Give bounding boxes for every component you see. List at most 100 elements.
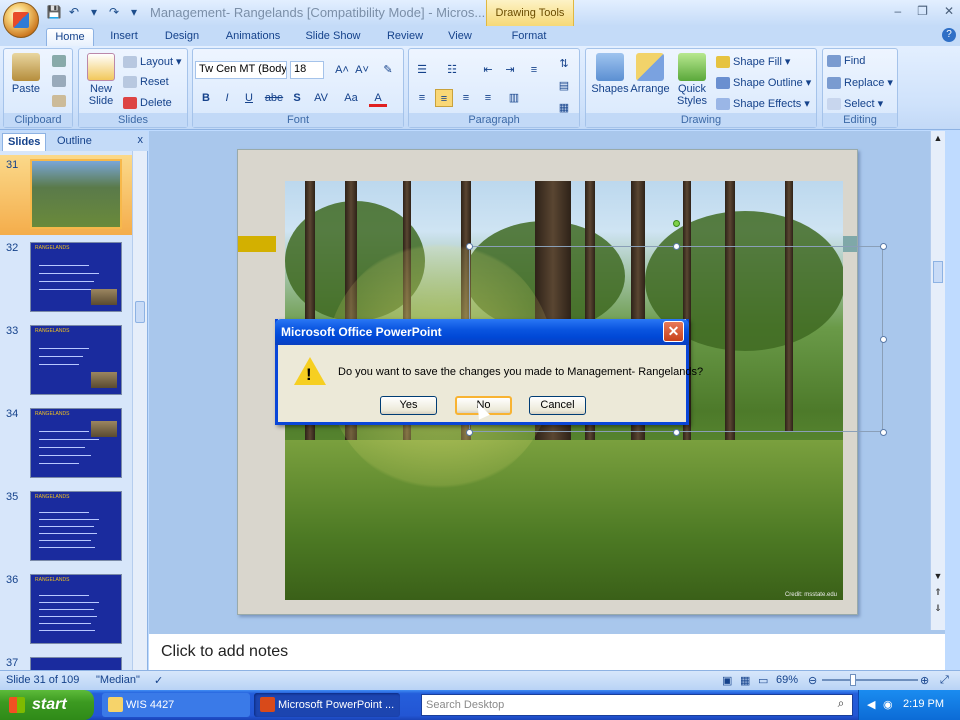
copy-button[interactable]	[52, 75, 66, 87]
slide-thumbnail[interactable]: 31	[0, 155, 133, 235]
resize-handle[interactable]	[466, 429, 473, 436]
resize-handle[interactable]	[880, 429, 887, 436]
network-icon[interactable]: ◉	[883, 698, 893, 711]
undo-dropdown-icon[interactable]: ▾	[86, 4, 102, 20]
next-slide-icon[interactable]: ⇓	[933, 603, 943, 613]
tab-design[interactable]: Design	[158, 28, 206, 46]
align-left-icon[interactable]: ≡	[413, 89, 431, 107]
notes-placeholder[interactable]: Click to add notes	[161, 643, 288, 661]
zoom-level[interactable]: 69%	[776, 674, 798, 686]
taskbar-folder-button[interactable]: WIS 4427	[102, 693, 250, 717]
undo-icon[interactable]: ↶	[66, 4, 82, 20]
resize-handle[interactable]	[673, 243, 680, 250]
grow-font-icon[interactable]: A˄	[333, 61, 351, 79]
dialog-close-button[interactable]: ✕	[663, 321, 684, 342]
shape-effects-button[interactable]: Shape Effects ▾	[716, 97, 810, 110]
notes-pane[interactable]: Click to add notes	[149, 630, 945, 670]
resize-handle[interactable]	[880, 243, 887, 250]
quick-styles-button[interactable]: Quick Styles	[672, 53, 712, 107]
resize-handle[interactable]	[466, 243, 473, 250]
minimize-button[interactable]: –	[894, 4, 901, 18]
replace-button[interactable]: Replace ▾	[827, 76, 893, 89]
scroll-thumb[interactable]	[135, 301, 145, 323]
yes-button[interactable]: Yes	[380, 396, 437, 415]
change-case-button[interactable]: Aa	[339, 89, 363, 107]
redo-icon[interactable]: ↷	[106, 4, 122, 20]
help-icon[interactable]: ?	[942, 28, 956, 42]
slide-show-icon[interactable]: ▭	[758, 674, 768, 687]
numbering-icon[interactable]: ☷	[443, 61, 461, 79]
slide-thumbnail[interactable]: 32 RANGELANDS	[0, 238, 133, 318]
cancel-button[interactable]: Cancel	[529, 396, 586, 415]
tab-animations[interactable]: Animations	[218, 28, 288, 46]
cut-button[interactable]	[52, 55, 66, 67]
tray-arrow-icon[interactable]: ◀	[867, 698, 875, 711]
rotation-handle[interactable]	[673, 220, 680, 227]
shadow-button[interactable]: S	[288, 89, 306, 107]
align-right-icon[interactable]: ≡	[457, 89, 475, 107]
slide-scrollbar[interactable]: ▲ ▼ ⇑ ⇓	[930, 131, 945, 630]
new-slide-button[interactable]: New Slide	[81, 53, 121, 107]
restore-button[interactable]: ❐	[917, 4, 928, 18]
thumbnail-scrollbar[interactable]	[132, 151, 147, 670]
shrink-font-icon[interactable]: A˅	[353, 61, 371, 79]
shape-fill-button[interactable]: Shape Fill ▾	[716, 55, 790, 68]
desktop-search-input[interactable]: Search Desktop	[421, 694, 853, 716]
line-spacing-icon[interactable]: ≡	[525, 61, 543, 79]
italic-button[interactable]: I	[218, 89, 236, 107]
scroll-thumb[interactable]	[933, 261, 943, 283]
bullets-icon[interactable]: ☰	[413, 61, 431, 79]
zoom-in-icon[interactable]: ⊕	[920, 674, 929, 687]
slide-thumbnail[interactable]: 37	[0, 653, 133, 670]
zoom-slider[interactable]	[822, 679, 918, 681]
character-spacing-button[interactable]: AV	[308, 89, 334, 107]
font-size-select[interactable]: 18	[290, 61, 324, 79]
tab-slide-show[interactable]: Slide Show	[300, 28, 366, 46]
search-icon[interactable]: ⌕	[833, 696, 849, 712]
office-button[interactable]	[3, 2, 39, 38]
resize-handle[interactable]	[880, 336, 887, 343]
bold-button[interactable]: B	[197, 89, 215, 107]
shape-outline-button[interactable]: Shape Outline ▾	[716, 76, 811, 89]
underline-button[interactable]: U	[240, 89, 258, 107]
strikethrough-button[interactable]: abe	[263, 89, 285, 107]
format-painter-button[interactable]	[52, 95, 66, 107]
scroll-up-icon[interactable]: ▲	[933, 133, 943, 143]
tab-insert[interactable]: Insert	[102, 28, 146, 46]
clear-formatting-icon[interactable]: ✎	[379, 61, 397, 79]
select-button[interactable]: Select ▾	[827, 97, 883, 110]
start-button[interactable]: start	[0, 690, 94, 720]
tab-view[interactable]: View	[440, 28, 480, 46]
close-button[interactable]: ✕	[944, 4, 954, 18]
font-color-button[interactable]: A	[369, 89, 387, 107]
customize-dropdown-icon[interactable]: ▾	[126, 4, 142, 20]
center-icon[interactable]: ≡	[435, 89, 453, 107]
font-name-select[interactable]: Tw Cen MT (Body	[195, 61, 287, 79]
tab-format[interactable]: Format	[500, 28, 558, 46]
normal-view-icon[interactable]: ▣	[722, 674, 732, 687]
layout-button[interactable]: Layout ▾	[123, 55, 182, 68]
tab-review[interactable]: Review	[382, 28, 428, 46]
scroll-down-icon[interactable]: ▼	[933, 571, 943, 581]
fit-to-window-icon[interactable]: ⤢	[940, 674, 949, 687]
tab-home[interactable]: Home	[46, 28, 94, 46]
resize-handle[interactable]	[673, 429, 680, 436]
slide-thumbnail[interactable]: 36 RANGELANDS	[0, 570, 133, 650]
close-panel-icon[interactable]: x	[138, 134, 144, 146]
slide-thumbnail[interactable]: 33 RANGELANDS	[0, 321, 133, 401]
decrease-indent-icon[interactable]: ⇤	[479, 61, 497, 79]
zoom-slider-knob[interactable]	[850, 674, 856, 686]
reset-button[interactable]: Reset	[123, 76, 169, 88]
arrange-button[interactable]: Arrange	[630, 53, 670, 95]
align-text-icon[interactable]: ▤	[555, 77, 573, 95]
shapes-button[interactable]: Shapes	[590, 53, 630, 95]
zoom-out-icon[interactable]: ⊖	[808, 674, 817, 687]
tab-slides[interactable]: Slides	[2, 133, 47, 151]
delete-button[interactable]: Delete	[123, 97, 172, 109]
slide-thumbnail[interactable]: 34 RANGELANDS	[0, 404, 133, 484]
save-icon[interactable]: 💾	[46, 4, 62, 20]
spell-check-icon[interactable]: ✓	[154, 674, 163, 687]
tab-outline[interactable]: Outline	[52, 133, 97, 151]
paste-button[interactable]: Paste	[8, 53, 44, 95]
slide-sorter-icon[interactable]: ▦	[740, 674, 750, 687]
